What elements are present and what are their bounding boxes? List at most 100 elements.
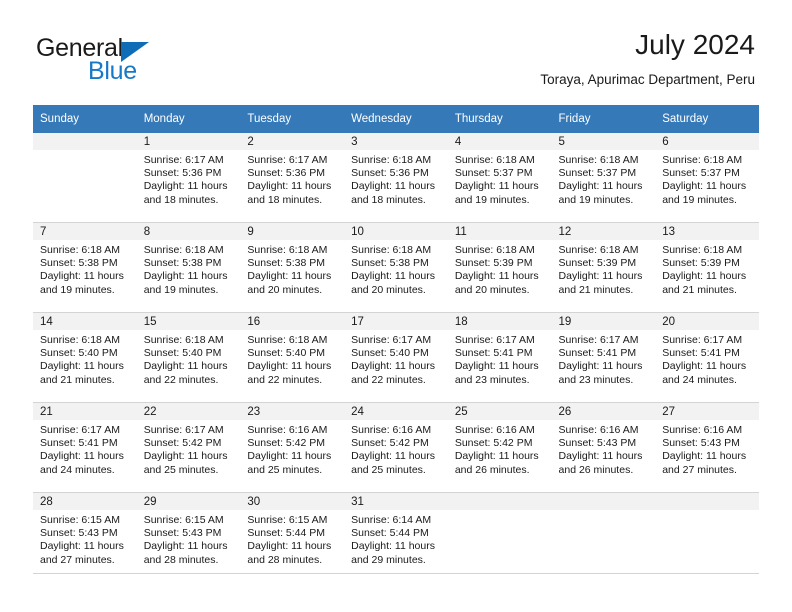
day-detail-line: Sunset: 5:38 PM (143, 257, 222, 270)
day-number: 21 (33, 403, 137, 420)
calendar-empty-cell (447, 492, 552, 582)
calendar-day-cell[interactable]: 25 Sunrise: 6:16 AM Sunset: 5:42 PM Dayligh… (447, 402, 552, 493)
day-detail-line: and 23 minutes. (558, 373, 634, 386)
day-number: 31 (344, 493, 448, 510)
day-detail-line: Daylight: 11 hours (351, 360, 435, 373)
day-number (655, 493, 759, 510)
weekday-header-saturday: Saturday (655, 105, 759, 133)
calendar-day-cell[interactable]: 21 Sunrise: 6:17 AM Sunset: 5:41 PM Dayligh… (33, 402, 137, 493)
day-details: Sunrise: 6:18 AM Sunset: 5:40 PM Daylight:… (137, 330, 241, 387)
day-details: Sunrise: 6:18 AM Sunset: 5:37 PM Daylight:… (655, 150, 759, 207)
calendar-day-cell[interactable]: 24 Sunrise: 6:16 AM Sunset: 5:42 PM Dayligh… (344, 402, 448, 493)
calendar-day-cell[interactable]: 29 Sunrise: 6:15 AM Sunset: 5:43 PM Dayligh… (136, 492, 241, 582)
calendar-day-cell[interactable]: 10 Sunrise: 6:18 AM Sunset: 5:38 PM Dayligh… (344, 222, 448, 313)
calendar-day-cell[interactable]: 3 Sunrise: 6:18 AM Sunset: 5:36 PM Daylight… (344, 133, 448, 223)
calendar-day-cell[interactable]: 30 Sunrise: 6:15 AM Sunset: 5:44 PM Dayligh… (240, 492, 345, 582)
calendar-day-cell[interactable]: 18 Sunrise: 6:17 AM Sunset: 5:41 PM Dayligh… (447, 312, 552, 403)
day-details: Sunrise: 6:17 AM Sunset: 5:41 PM Daylight:… (655, 330, 759, 387)
day-number: 17 (344, 313, 448, 330)
day-detail-line: Sunrise: 6:16 AM (558, 424, 639, 436)
day-detail-line: Daylight: 11 hours (558, 180, 643, 193)
day-number: 9 (240, 223, 345, 240)
day-detail-line: Sunrise: 6:16 AM (247, 424, 328, 436)
calendar-day-cell[interactable]: 16 Sunrise: 6:18 AM Sunset: 5:40 PM Dayligh… (240, 312, 345, 403)
calendar-day-cell[interactable]: 6 Sunrise: 6:18 AM Sunset: 5:37 PM Daylight… (655, 133, 759, 223)
day-number: 22 (136, 403, 241, 420)
day-detail-line: Daylight: 11 hours (454, 360, 539, 373)
day-detail-line: Sunrise: 6:18 AM (40, 334, 120, 346)
calendar-empty-cell (33, 133, 137, 223)
day-detail-line: and 21 minutes. (558, 283, 634, 296)
day-details: Sunrise: 6:18 AM Sunset: 5:37 PM Daylight:… (552, 150, 656, 207)
day-detail-line: Sunset: 5:43 PM (662, 437, 740, 450)
day-details: Sunrise: 6:18 AM Sunset: 5:38 PM Daylight:… (344, 240, 448, 297)
day-detail-line: and 23 minutes. (454, 373, 530, 386)
weekday-header-wednesday: Wednesday (344, 105, 448, 133)
day-details: Sunrise: 6:16 AM Sunset: 5:42 PM Daylight:… (344, 420, 448, 477)
calendar-day-cell[interactable]: 28 Sunrise: 6:15 AM Sunset: 5:43 PM Dayligh… (33, 492, 137, 582)
calendar-day-cell[interactable]: 2 Sunrise: 6:17 AM Sunset: 5:36 PM Daylight… (240, 133, 345, 223)
calendar-day-cell[interactable]: 4 Sunrise: 6:18 AM Sunset: 5:37 PM Daylight… (447, 133, 552, 223)
day-detail-line: Sunrise: 6:18 AM (247, 244, 328, 256)
day-detail-line: Daylight: 11 hours (247, 360, 332, 373)
calendar-day-cell[interactable]: 11 Sunrise: 6:18 AM Sunset: 5:39 PM Dayligh… (447, 222, 552, 313)
day-detail-line: Sunset: 5:41 PM (40, 437, 118, 450)
day-number: 11 (447, 223, 552, 240)
day-detail-line: and 27 minutes. (662, 463, 737, 476)
day-number: 5 (551, 133, 656, 150)
day-detail-line: and 18 minutes. (351, 193, 426, 206)
calendar-day-cell[interactable]: 9 Sunrise: 6:18 AM Sunset: 5:38 PM Daylight… (240, 222, 345, 313)
calendar-day-cell[interactable]: 5 Sunrise: 6:18 AM Sunset: 5:37 PM Daylight… (551, 133, 656, 223)
page-header: General Blue July 2024 Toraya, Apurimac … (0, 0, 792, 100)
day-detail-line: Sunset: 5:37 PM (662, 167, 740, 180)
calendar-week-row: 28 Sunrise: 6:15 AM Sunset: 5:43 PM Dayligh… (33, 492, 759, 582)
day-detail-line: and 25 minutes. (143, 463, 219, 476)
day-detail-line: Sunrise: 6:14 AM (351, 514, 432, 526)
day-detail-line: Daylight: 11 hours (40, 360, 124, 373)
calendar-day-cell[interactable]: 14 Sunrise: 6:18 AM Sunset: 5:40 PM Dayligh… (33, 312, 137, 403)
day-number: 10 (344, 223, 448, 240)
day-number (447, 493, 552, 510)
day-detail-line: Daylight: 11 hours (247, 270, 332, 283)
day-details: Sunrise: 6:16 AM Sunset: 5:43 PM Daylight:… (552, 420, 656, 477)
day-detail-line: and 19 minutes. (454, 193, 530, 206)
calendar-day-cell[interactable]: 31 Sunrise: 6:14 AM Sunset: 5:44 PM Dayligh… (344, 492, 448, 582)
calendar-day-cell[interactable]: 8 Sunrise: 6:18 AM Sunset: 5:38 PM Daylight… (136, 222, 241, 313)
day-details: Sunrise: 6:17 AM Sunset: 5:42 PM Daylight:… (137, 420, 241, 477)
day-detail-line: Daylight: 11 hours (247, 180, 332, 193)
calendar-day-cell[interactable]: 22 Sunrise: 6:17 AM Sunset: 5:42 PM Dayligh… (136, 402, 241, 493)
day-number: 30 (240, 493, 345, 510)
weekday-header-sunday: Sunday (33, 105, 137, 133)
calendar-day-cell[interactable]: 27 Sunrise: 6:16 AM Sunset: 5:43 PM Dayligh… (655, 402, 759, 493)
general-blue-logo[interactable]: General Blue (36, 34, 266, 90)
calendar-day-cell[interactable]: 15 Sunrise: 6:18 AM Sunset: 5:40 PM Dayligh… (136, 312, 241, 403)
day-details: Sunrise: 6:18 AM Sunset: 5:38 PM Daylight:… (33, 240, 137, 297)
day-detail-line: Sunrise: 6:17 AM (143, 424, 224, 436)
calendar-day-cell[interactable]: 26 Sunrise: 6:16 AM Sunset: 5:43 PM Dayligh… (551, 402, 656, 493)
day-detail-line: Daylight: 11 hours (351, 450, 435, 463)
day-detail-line: and 27 minutes. (40, 553, 115, 566)
day-detail-line: Sunset: 5:39 PM (558, 257, 637, 270)
calendar-grid: Sunday Monday Tuesday Wednesday Thursday… (33, 105, 759, 582)
day-detail-line: and 19 minutes. (558, 193, 634, 206)
calendar-day-cell[interactable]: 1 Sunrise: 6:17 AM Sunset: 5:36 PM Daylight… (136, 133, 241, 223)
calendar-week-row: 1 Sunrise: 6:17 AM Sunset: 5:36 PM Daylight… (33, 133, 759, 223)
day-detail-line: Daylight: 11 hours (662, 450, 747, 463)
day-details: Sunrise: 6:18 AM Sunset: 5:39 PM Daylight:… (655, 240, 759, 297)
calendar-day-cell[interactable]: 20 Sunrise: 6:17 AM Sunset: 5:41 PM Dayligh… (655, 312, 759, 403)
day-detail-line: and 18 minutes. (143, 193, 219, 206)
day-detail-line: Sunrise: 6:15 AM (247, 514, 328, 526)
calendar-day-cell[interactable]: 7 Sunrise: 6:18 AM Sunset: 5:38 PM Daylight… (33, 222, 137, 313)
calendar-day-cell[interactable]: 17 Sunrise: 6:17 AM Sunset: 5:40 PM Dayligh… (344, 312, 448, 403)
calendar-day-cell[interactable]: 13 Sunrise: 6:18 AM Sunset: 5:39 PM Dayligh… (655, 222, 759, 313)
calendar-day-cell[interactable]: 12 Sunrise: 6:18 AM Sunset: 5:39 PM Dayligh… (551, 222, 656, 313)
day-detail-line: Sunset: 5:36 PM (143, 167, 222, 180)
day-detail-line: Daylight: 11 hours (558, 270, 643, 283)
calendar-day-cell[interactable]: 23 Sunrise: 6:16 AM Sunset: 5:42 PM Dayligh… (240, 402, 345, 493)
day-detail-line: Sunrise: 6:17 AM (40, 424, 120, 436)
day-detail-line: Daylight: 11 hours (40, 450, 124, 463)
day-detail-line: Daylight: 11 hours (247, 540, 332, 553)
calendar-day-cell[interactable]: 19 Sunrise: 6:17 AM Sunset: 5:41 PM Dayligh… (551, 312, 656, 403)
calendar-empty-cell (655, 492, 759, 582)
day-number: 8 (136, 223, 241, 240)
